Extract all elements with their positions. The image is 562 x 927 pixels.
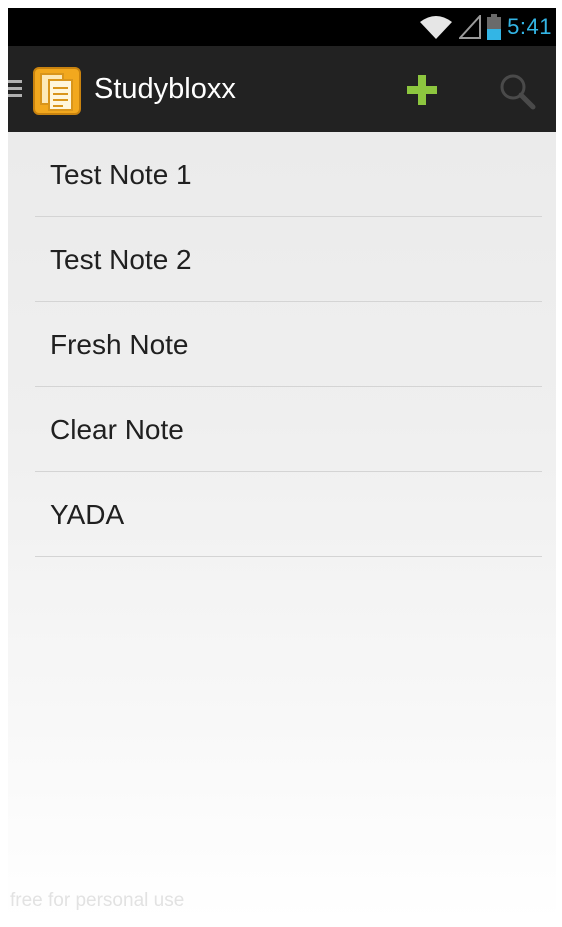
note-item[interactable]: Fresh Note (8, 302, 556, 386)
search-icon (500, 74, 536, 110)
note-item[interactable]: Clear Note (8, 387, 556, 471)
add-note-button[interactable] (400, 68, 444, 112)
battery-icon (487, 14, 502, 40)
note-item[interactable]: YADA (8, 472, 556, 556)
note-item[interactable]: Test Note 1 (8, 132, 556, 216)
note-list: Test Note 1 Test Note 2 Fresh Note Clear… (8, 132, 556, 557)
action-bar: Studybloxx (8, 46, 556, 132)
notes-logo-icon[interactable] (32, 66, 82, 116)
plus-icon (407, 75, 437, 105)
note-title: Clear Note (50, 414, 184, 445)
status-time: 5:41 (507, 14, 552, 39)
search-button[interactable] (492, 66, 542, 116)
watermark-text: free for personal use (10, 890, 185, 911)
note-title: Fresh Note (50, 329, 189, 360)
note-title: Test Note 1 (50, 159, 192, 190)
note-item[interactable]: Test Note 2 (8, 217, 556, 301)
app-screen: 5:41 Studybloxx Test Note 1 Test Note 2 … (8, 8, 556, 921)
note-title: YADA (50, 499, 125, 530)
note-title: Test Note 2 (50, 244, 192, 275)
wifi-icon (419, 14, 453, 40)
status-bar: 5:41 (8, 8, 556, 46)
signal-icon (459, 15, 482, 39)
status-icons: 5:41 (419, 8, 552, 46)
divider (35, 556, 542, 557)
menu-icon[interactable] (8, 80, 22, 100)
app-title: Studybloxx (94, 73, 236, 105)
